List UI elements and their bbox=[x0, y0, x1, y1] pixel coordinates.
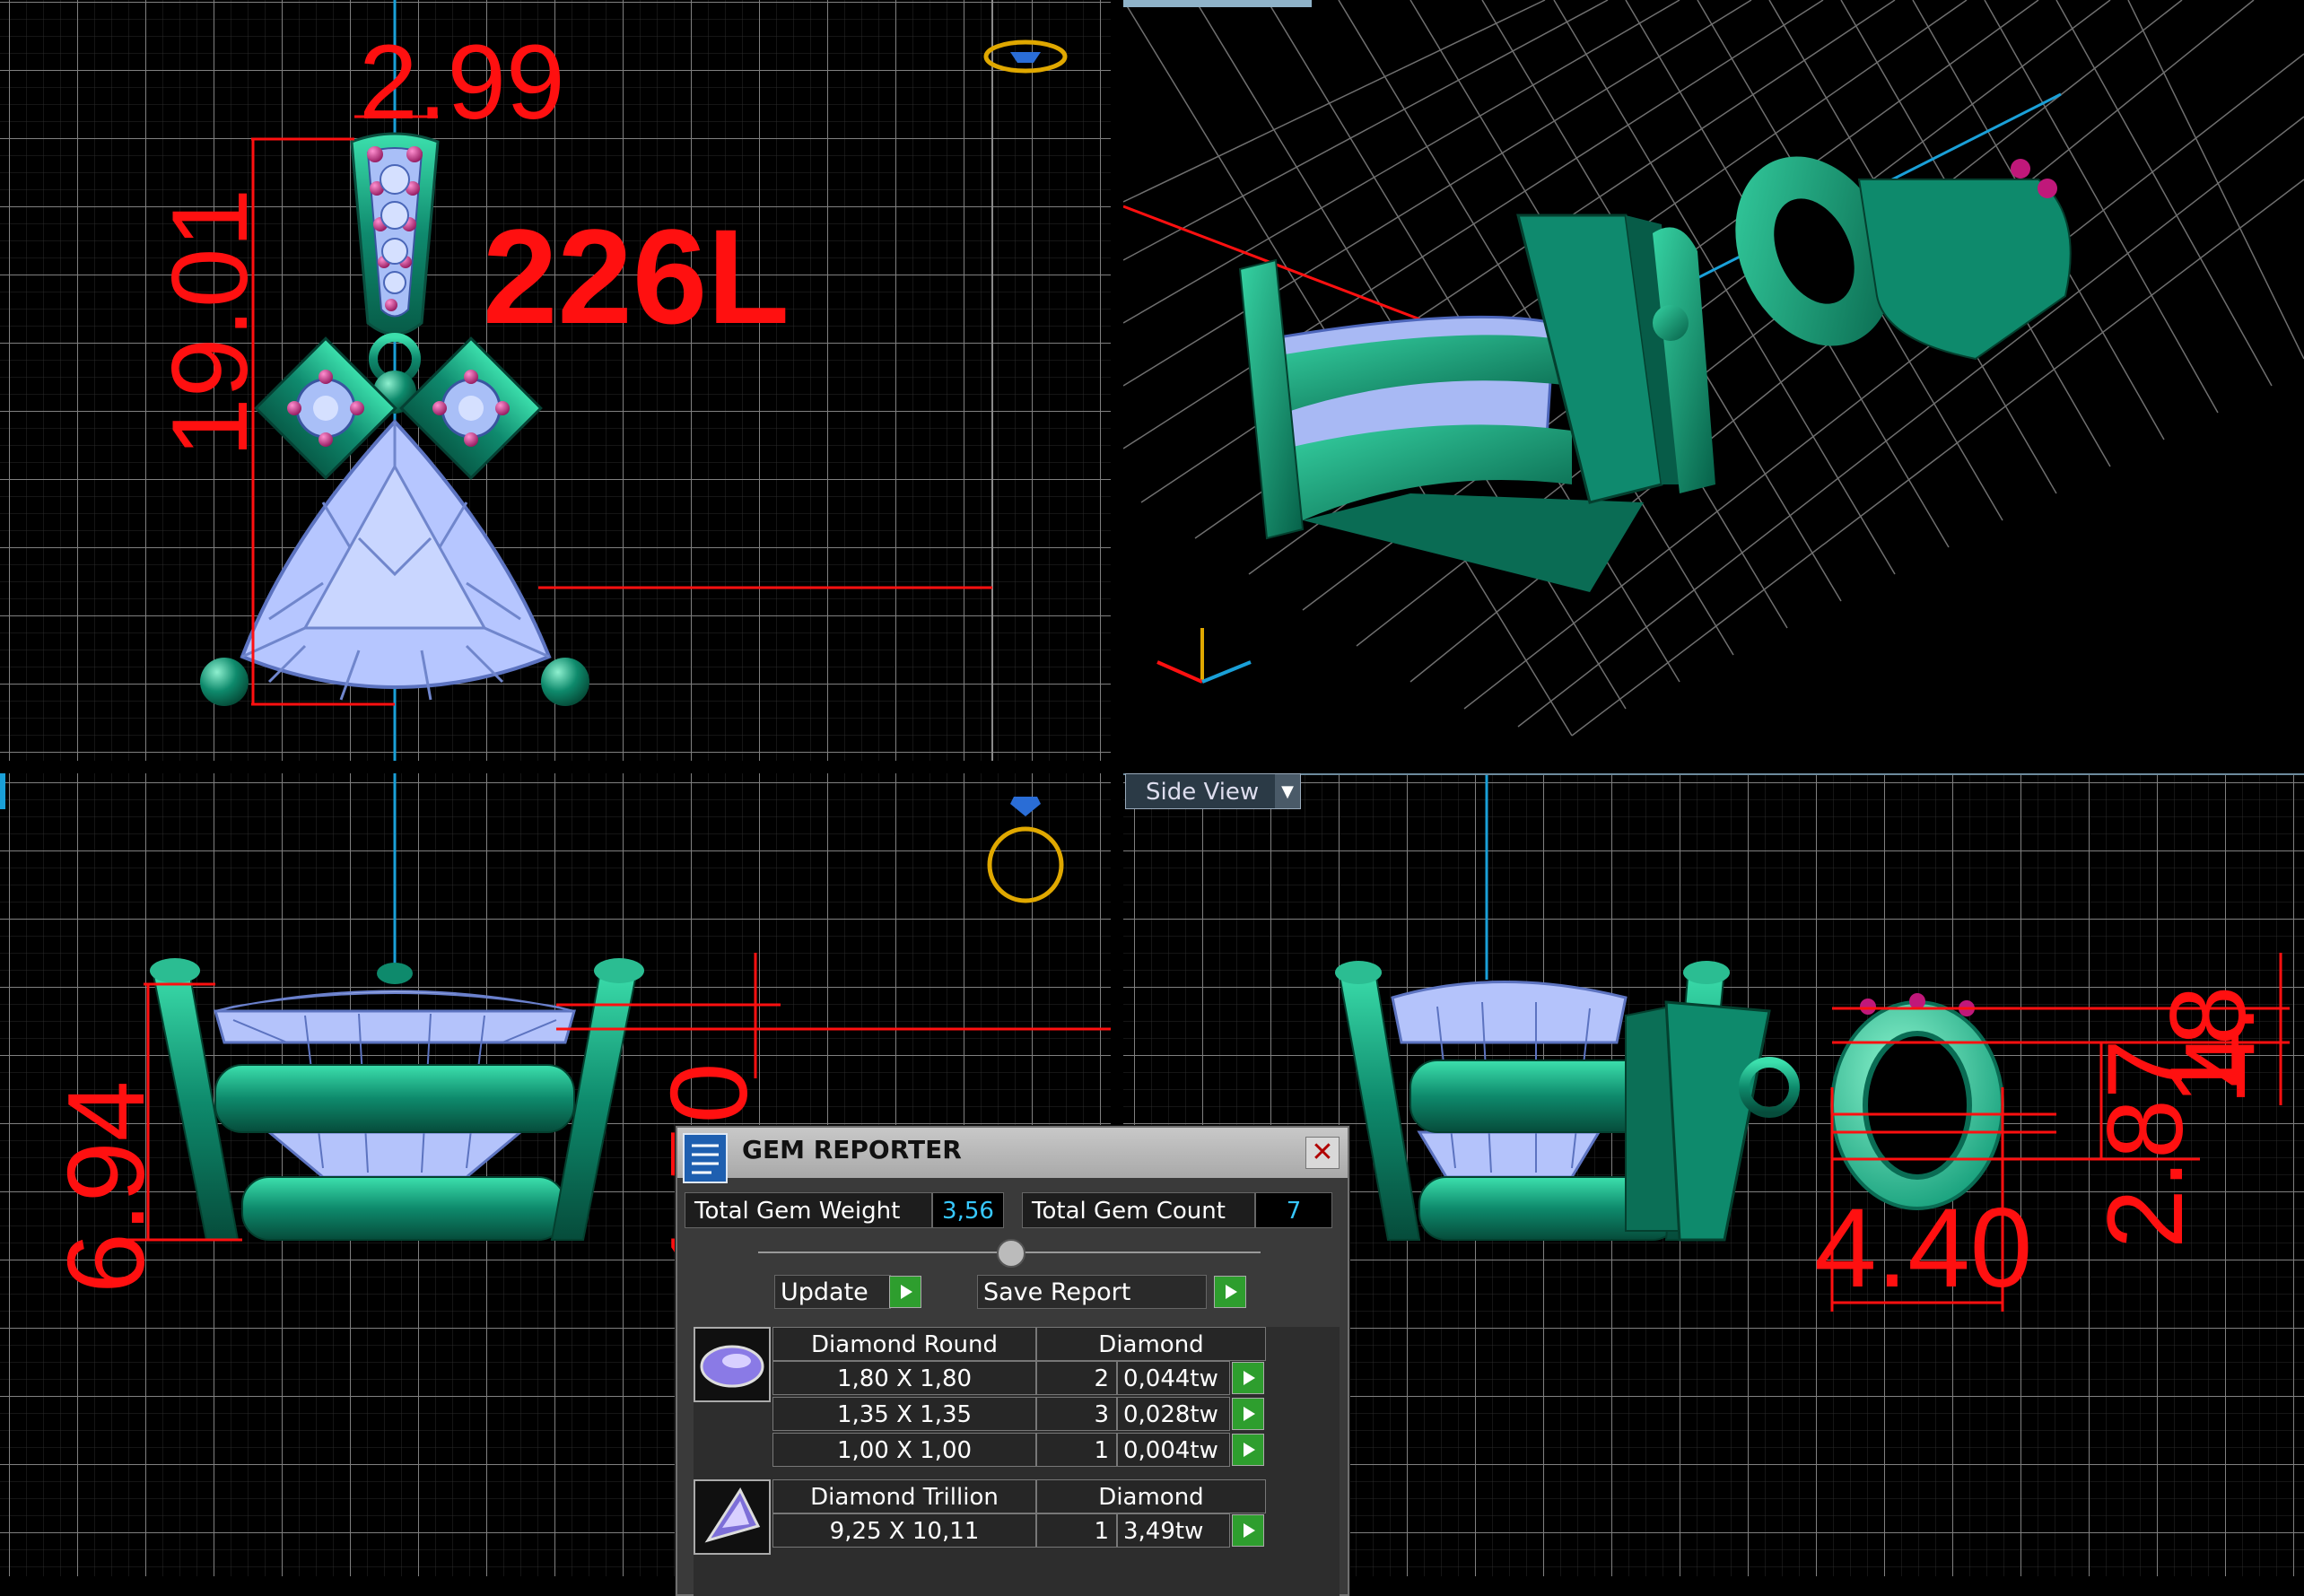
gem-row-size: 9,25 X 10,11 bbox=[772, 1513, 1036, 1548]
gem-row-size: 1,80 X 1,80 bbox=[772, 1361, 1036, 1395]
gem-row-weight: 0,044tw bbox=[1117, 1361, 1230, 1395]
viewport-divider-horizontal[interactable] bbox=[0, 761, 2304, 773]
gem-row-size: 1,35 X 1,35 bbox=[772, 1397, 1036, 1431]
total-gem-count-label: Total Gem Count bbox=[1022, 1192, 1255, 1228]
viewport-tab-stub bbox=[1123, 0, 1312, 7]
gem-row-select-icon[interactable] bbox=[1232, 1362, 1264, 1394]
dim-width-label: 2.99 bbox=[359, 23, 565, 142]
gem-row-size: 1,00 X 1,00 bbox=[772, 1433, 1036, 1467]
front-viewport[interactable]: 2.99 19.01 226L bbox=[0, 0, 1111, 761]
gem-reporter-panel: GEM REPORTER ✕ Total Gem Weight 3,56 Tot… bbox=[676, 1126, 1349, 1596]
total-gem-weight-label: Total Gem Weight bbox=[685, 1192, 932, 1228]
dim-depth-label: 6.94 bbox=[45, 1081, 167, 1294]
gem-row-select-icon[interactable] bbox=[1232, 1514, 1264, 1547]
gem-row-select-icon[interactable] bbox=[1232, 1434, 1264, 1466]
dim-bail-width-label: 4.40 bbox=[1814, 1186, 2032, 1311]
gem-row-count: 1 bbox=[1036, 1433, 1117, 1467]
gem-row-count: 3 bbox=[1036, 1397, 1117, 1431]
update-play-icon[interactable] bbox=[889, 1276, 921, 1308]
total-gem-weight-value: 3,56 bbox=[932, 1192, 1004, 1228]
gem-row-weight: 0,004tw bbox=[1117, 1433, 1230, 1467]
gem-row-count: 2 bbox=[1036, 1361, 1117, 1395]
update-button[interactable]: Update bbox=[774, 1275, 891, 1309]
report-icon bbox=[683, 1133, 728, 1183]
viewport-tab-marker bbox=[0, 773, 5, 809]
gem-material-header: Diamond bbox=[1036, 1327, 1266, 1361]
chevron-down-icon[interactable]: ▼ bbox=[1275, 774, 1300, 808]
gem-material-header: Diamond bbox=[1036, 1479, 1266, 1513]
dim-bail-height-label: 2.87 bbox=[2085, 1039, 2205, 1249]
gem-shape-header: Diamond Trillion bbox=[772, 1479, 1036, 1513]
splitter-handle-icon[interactable] bbox=[997, 1239, 1025, 1268]
trillion-gem-icon bbox=[694, 1479, 771, 1555]
gem-row-select-icon[interactable] bbox=[1232, 1398, 1264, 1430]
gem-row-weight: 0,028tw bbox=[1117, 1397, 1230, 1431]
view-selector-dropdown[interactable]: Side View ▼ bbox=[1125, 773, 1301, 809]
model-code-label: 226L bbox=[483, 201, 790, 352]
perspective-viewport[interactable] bbox=[1123, 0, 2304, 761]
gem-list: Diamond Round Diamond 1,80 X 1,80 2 0,04… bbox=[694, 1327, 1340, 1596]
save-report-play-icon[interactable] bbox=[1214, 1276, 1246, 1308]
total-gem-count-value: 7 bbox=[1255, 1192, 1332, 1228]
close-icon[interactable]: ✕ bbox=[1305, 1137, 1340, 1169]
round-gem-icon bbox=[694, 1327, 771, 1402]
gem-row-weight: 3,49tw bbox=[1117, 1513, 1230, 1548]
view-selector-label: Side View bbox=[1146, 779, 1260, 806]
gem-shape-header: Diamond Round bbox=[772, 1327, 1036, 1361]
gem-row-count: 1 bbox=[1036, 1513, 1117, 1548]
dim-height-label: 19.01 bbox=[150, 188, 270, 458]
svg-text:2.99: 2.99 bbox=[359, 23, 565, 142]
gem-reporter-titlebar[interactable]: GEM REPORTER ✕ bbox=[677, 1128, 1348, 1183]
save-report-button[interactable]: Save Report bbox=[977, 1275, 1207, 1309]
gem-reporter-title: GEM REPORTER bbox=[742, 1135, 962, 1164]
